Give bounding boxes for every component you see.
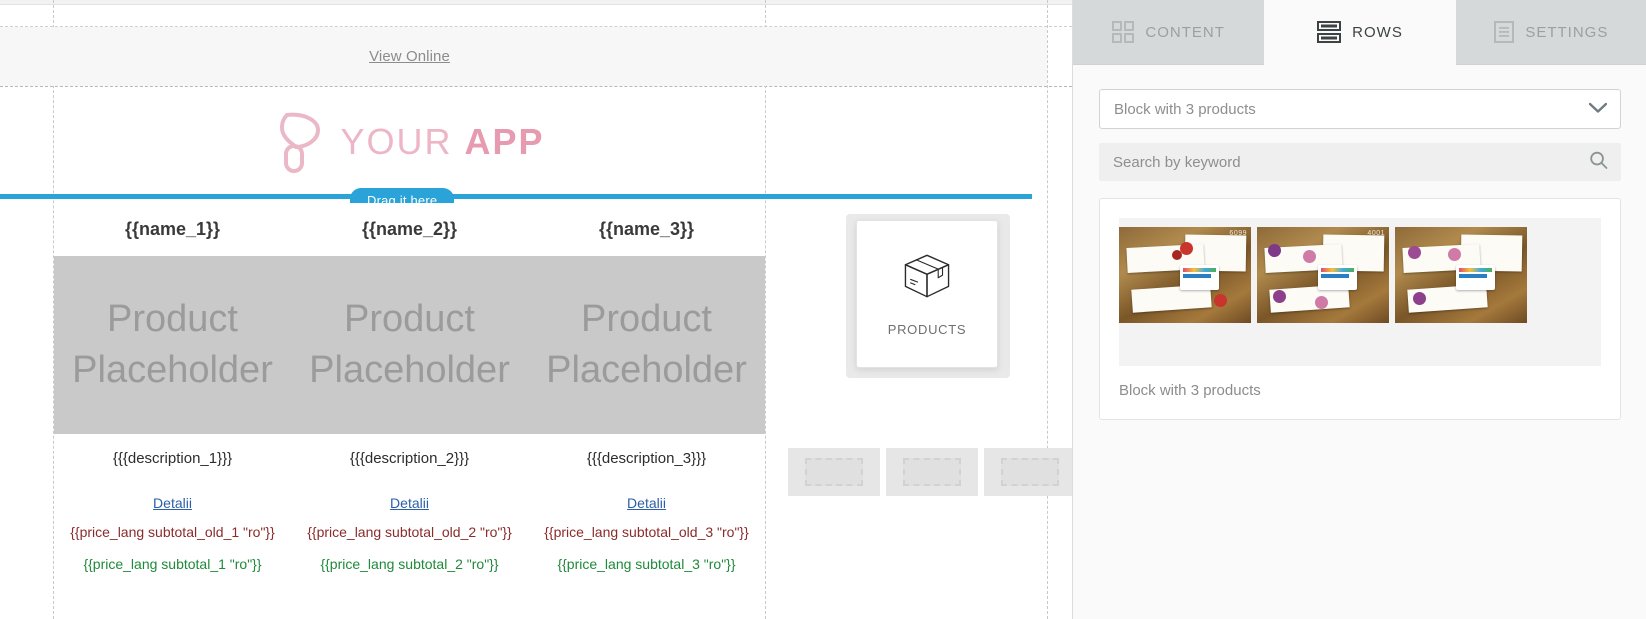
tab-rows[interactable]: ROWS [1264,0,1456,65]
email-canvas[interactable]: View Online YOUR APP Drag it here {{name… [0,0,1072,619]
tab-content-label: CONTENT [1145,23,1225,41]
price-old-2: {{price_lang subtotal_old_2 "ro"}} [307,524,512,540]
search-input[interactable]: Search by keyword [1099,143,1621,181]
view-online-link[interactable]: View Online [54,27,765,86]
block-type-select[interactable]: Block with 3 products [1099,89,1621,129]
price-old-3: {{price_lang subtotal_old_3 "ro"}} [544,524,749,540]
product-name-3: {{name_3}} [598,219,695,239]
panel-body: Block with 3 products Search by keyword [1073,65,1646,619]
product-image-placeholder-1[interactable]: Product Placeholder [54,256,291,434]
grid-squares-icon [1112,21,1135,43]
logo-text-light: YOUR [340,121,465,162]
tab-content[interactable]: CONTENT [1073,0,1265,65]
block-thumbnail-strip: 6099 4001 [1119,218,1601,366]
ghost-inner-3 [1001,458,1059,486]
logo-block[interactable]: YOUR APP [54,87,765,197]
detail-link-2[interactable]: Detalii [390,495,429,511]
price-old-1: {{price_lang subtotal_old_1 "ro"}} [70,524,275,540]
detail-link-1[interactable]: Detalii [153,495,192,511]
package-box-icon [901,251,953,306]
logo-text-bold: APP [464,121,545,162]
placeholder-label-3: Product Placeholder [546,297,747,391]
right-sidebar-panel: CONTENT ROWS SETTINGS Block with 3 produ… [1072,0,1646,619]
email-builder-app: View Online YOUR APP Drag it here {{name… [0,0,1646,619]
detail-link-cell-3: Detalii [528,482,765,524]
search-icon[interactable] [1589,151,1608,174]
thumb1-flower-c [1214,294,1228,308]
thumb1-sticker [1179,265,1220,291]
product-description-1: {{{description_1}}} [112,449,233,467]
product-description-2: {{{description_2}}} [349,449,470,467]
rows-stack-icon [1317,21,1342,43]
drop-ghost-block-1 [788,448,880,496]
detail-link-cell-1: Detalii [54,482,291,524]
tab-settings-label: SETTINGS [1525,23,1609,41]
ghost-inner-1 [805,458,863,486]
ghost-inner-2 [903,458,961,486]
old-prices-row[interactable]: {{price_lang subtotal_old_1 "ro"}} {{pri… [54,524,765,557]
block-thumbnail-2: 4001 [1257,227,1389,323]
document-lines-icon [1494,21,1515,43]
product-name-1: {{name_1}} [124,219,221,239]
placeholder-label-2: Product Placeholder [309,297,510,391]
search-input-placeholder: Search by keyword [1113,153,1241,171]
drop-ghost-block-2 [886,448,978,496]
product-name-2: {{name_2}} [361,219,458,239]
chevron-down-icon[interactable] [1588,101,1608,118]
drop-indicator-line [0,194,1032,199]
canvas-guide-right [765,0,766,619]
product-image-placeholder-row[interactable]: Product Placeholder Product Placeholder … [54,256,765,434]
thumb3-sticker [1455,265,1496,291]
canvas-guide-outer [1047,0,1048,619]
block-thumbnail-3 [1395,227,1527,323]
thumb2-flower-a [1267,244,1281,258]
price-new-3: {{price_lang subtotal_3 "ro"}} [557,556,736,572]
block-result-caption: Block with 3 products [1119,382,1261,399]
thumb3-flower-b [1447,248,1461,262]
product-links-row[interactable]: Detalii Detalii Detalii [54,482,765,524]
thumb2-sticker [1317,265,1358,291]
tab-settings[interactable]: SETTINGS [1455,0,1646,65]
price-new-2: {{price_lang subtotal_2 "ro"}} [320,556,499,572]
logo-text: YOUR APP [340,124,544,160]
product-names-row[interactable]: {{name_1}} {{name_2}} {{name_3}} [54,203,765,256]
placeholder-label-1: Product Placeholder [72,297,273,391]
block-type-select-value: Block with 3 products [1114,100,1256,118]
products-drag-card[interactable]: PRODUCTS [856,220,998,368]
thumb2-badge: 4001 [1367,230,1385,237]
drop-ghost-blocks [788,448,1072,496]
products-drag-card-label: PRODUCTS [887,322,967,337]
price-new-1: {{price_lang subtotal_1 "ro"}} [83,556,262,572]
thumb1-flower-b [1171,250,1182,261]
product-description-3: {{{description_3}}} [586,449,707,467]
product-descriptions-row[interactable]: {{{description_1}}} {{{description_2}}} … [54,434,765,482]
balloon-logo-icon [274,111,326,173]
thumb1-badge: 6099 [1229,230,1247,237]
new-prices-row[interactable]: {{price_lang subtotal_1 "ro"}} {{price_l… [54,556,765,589]
detail-link-cell-2: Detalii [291,482,528,524]
block-thumbnail-1: 6099 [1119,227,1251,323]
tab-rows-label: ROWS [1352,23,1403,41]
block-result-card[interactable]: 6099 4001 Block with 3 products [1099,198,1621,420]
drop-ghost-block-3 [984,448,1072,496]
panel-tabs: CONTENT ROWS SETTINGS [1073,0,1646,65]
canvas-top-strip [0,0,1072,5]
product-image-placeholder-2[interactable]: Product Placeholder [291,256,528,434]
detail-link-3[interactable]: Detalii [627,495,666,511]
product-image-placeholder-3[interactable]: Product Placeholder [528,256,765,434]
